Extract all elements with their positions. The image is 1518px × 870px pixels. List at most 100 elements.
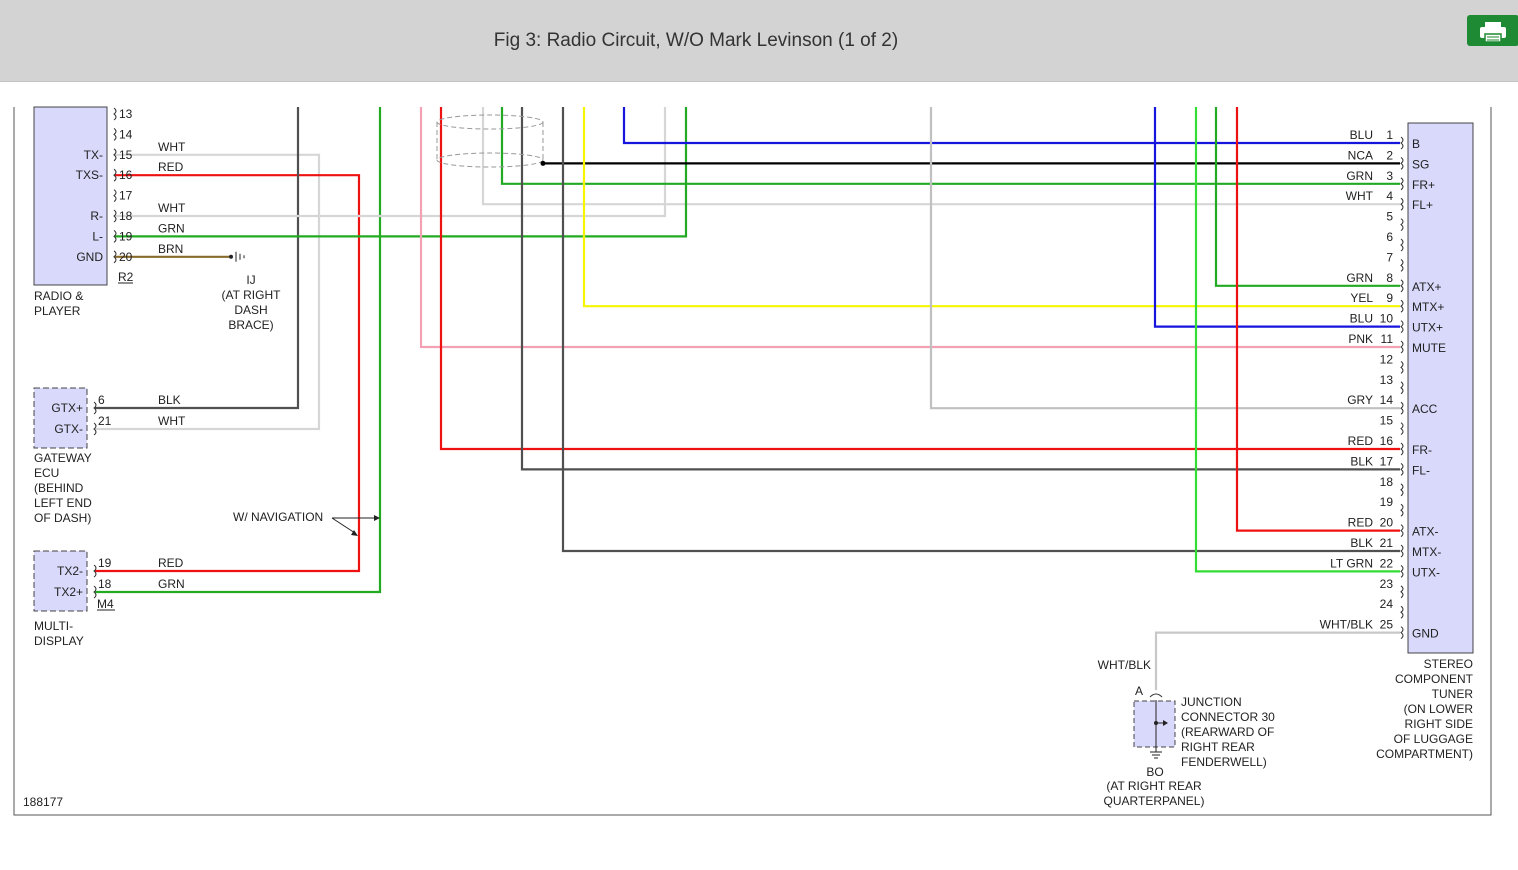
tuner-pin-number: 20	[1380, 516, 1394, 530]
radio-player-label: RADIO &	[34, 289, 83, 303]
wire-wht-r	[115, 107, 667, 218]
radio-pin-number: 13	[119, 107, 133, 121]
gateway-ecu-box	[33, 387, 88, 449]
tuner-pin-number: 21	[1380, 536, 1394, 550]
junction-connector-label: JUNCTION	[1181, 695, 1242, 709]
tuner-pin-name: ATX-	[1412, 525, 1438, 539]
tuner-pin-terminal	[1400, 279, 1404, 293]
radio-wire-label: RED	[158, 160, 184, 174]
tuner-pin-terminal	[1400, 605, 1404, 619]
tuner-pin-terminal	[1400, 157, 1404, 170]
tuner-pin-terminal	[1400, 544, 1404, 558]
radio-connector-id: R2	[118, 270, 134, 284]
tuner-pin-number: 1	[1386, 128, 1393, 142]
gateway-ecu-label: OF DASH)	[34, 511, 91, 525]
gateway-pin-number: 21	[98, 414, 112, 428]
stereo-tuner-label: STEREO	[1424, 657, 1473, 671]
tuner-pin-name: GND	[1412, 627, 1439, 641]
tuner-pin-number: 3	[1386, 169, 1393, 183]
multi-display-pin-name: TX2-	[57, 564, 83, 578]
tuner-wire-label: GRN	[1346, 169, 1373, 183]
stereo-tuner-label: TUNER	[1432, 687, 1474, 701]
gateway-ecu-label: LEFT END	[34, 496, 92, 510]
junction-terminal-label: A	[1135, 684, 1143, 698]
tuner-pin-name: FL+	[1412, 198, 1433, 212]
navigation-arrow	[331, 517, 356, 534]
tuner-pin-number: 24	[1380, 597, 1394, 611]
labels: 131415TX-WHT16TXS-RED1718R-WHT19L-GRN20G…	[34, 107, 1474, 808]
radio-wire-label: BRN	[158, 242, 183, 256]
shield-symbol	[436, 114, 544, 130]
tuner-pin-terminal	[1400, 401, 1404, 415]
tuner-pin-terminal	[1400, 524, 1404, 537]
wire-wht-fl-plus	[481, 107, 1400, 206]
multi-display-wire-label: RED	[158, 556, 184, 570]
tuner-pin-terminal	[1400, 361, 1404, 374]
radio-pin-number: 18	[119, 209, 133, 223]
tuner-pin-terminal	[1400, 218, 1404, 231]
radio-pin-name: GND	[76, 250, 103, 264]
ground-ij-label: IJ	[246, 273, 255, 287]
tuner-pin-terminal	[1400, 381, 1404, 395]
radio-wire-label: WHT	[158, 201, 186, 215]
tuner-pin-terminal	[1400, 565, 1404, 578]
radio-pin-terminal	[113, 107, 117, 121]
tuner-pin-number: 9	[1386, 291, 1393, 305]
junction-terminal	[1149, 693, 1163, 698]
multi-display-connector-id: M4	[97, 597, 114, 611]
multi-display-pin-number: 18	[98, 577, 112, 591]
multi-display-pin-number: 19	[98, 556, 112, 570]
tuner-wire-label: BLK	[1350, 454, 1373, 468]
tuner-pin-terminal	[1400, 340, 1404, 354]
tuner-wire-label: BLU	[1350, 128, 1373, 142]
multi-display-pin-name: TX2+	[54, 585, 83, 599]
ground-bo-location: (AT RIGHT REAR	[1106, 779, 1202, 793]
junction-connector-label: (REARWARD OF	[1181, 725, 1274, 739]
gateway-ecu-label: (BEHIND	[34, 481, 84, 495]
junction-wire-label: WHT/BLK	[1098, 658, 1151, 672]
stereo-tuner-label: COMPONENT	[1395, 672, 1474, 686]
tuner-wire-label: BLK	[1350, 536, 1373, 550]
tuner-pin-number: 10	[1380, 312, 1394, 326]
tuner-pin-number: 16	[1380, 434, 1394, 448]
radio-pin-name: TXS-	[76, 168, 103, 182]
tuner-pin-name: MTX-	[1412, 545, 1441, 559]
tuner-pin-name: FR-	[1412, 443, 1432, 457]
ground-ij-location: BRACE)	[228, 318, 273, 332]
radio-pin-number: 14	[119, 127, 133, 141]
wire-whtblk-gnd	[1154, 631, 1400, 690]
tuner-wire-label: WHT/BLK	[1320, 618, 1373, 632]
tuner-pin-name: ACC	[1412, 402, 1438, 416]
tuner-wire-label: BLU	[1350, 312, 1373, 326]
tuner-wire-label: LT GRN	[1330, 556, 1373, 570]
junction-connector-label: FENDERWELL)	[1181, 755, 1267, 769]
junction-dot	[1154, 721, 1158, 725]
radio-wire-label: WHT	[158, 140, 186, 154]
tuner-pin-number: 17	[1380, 454, 1394, 468]
tuner-pin-number: 18	[1380, 475, 1394, 489]
ground-bo-label: BO	[1146, 765, 1163, 779]
ground-bo-location: QUARTERPANEL)	[1104, 794, 1205, 808]
tuner-pin-name: B	[1412, 137, 1420, 151]
radio-pin-name: R-	[90, 209, 103, 223]
tuner-pin-name: ATX+	[1412, 280, 1441, 294]
tuner-pin-terminal	[1400, 299, 1404, 313]
radio-pin-number: 16	[119, 168, 133, 182]
tuner-pin-number: 8	[1386, 271, 1393, 285]
tuner-pin-number: 4	[1386, 189, 1393, 203]
tuner-pin-name: MUTE	[1412, 341, 1446, 355]
radio-wire-label: GRN	[158, 221, 185, 235]
tuner-wire-label: RED	[1348, 434, 1374, 448]
wire-blk-fl-minus	[520, 107, 1400, 471]
wire-blu-b	[622, 107, 1400, 145]
gateway-ecu-label: ECU	[34, 466, 59, 480]
ground-ij-location: DASH	[234, 303, 267, 317]
radio-pin-name: TX-	[84, 148, 103, 162]
radio-pin-number: 20	[119, 250, 133, 264]
junction-connector-label: CONNECTOR 30	[1181, 710, 1275, 724]
tuner-pin-number: 19	[1380, 495, 1394, 509]
wiring-diagram: 188177 131415TX-WHT16TXS-RED1718R-WHT19L…	[13, 106, 1492, 816]
wires	[95, 107, 1400, 690]
tuner-pin-name: FL-	[1412, 463, 1430, 477]
tuner-wire-label: YEL	[1350, 291, 1373, 305]
